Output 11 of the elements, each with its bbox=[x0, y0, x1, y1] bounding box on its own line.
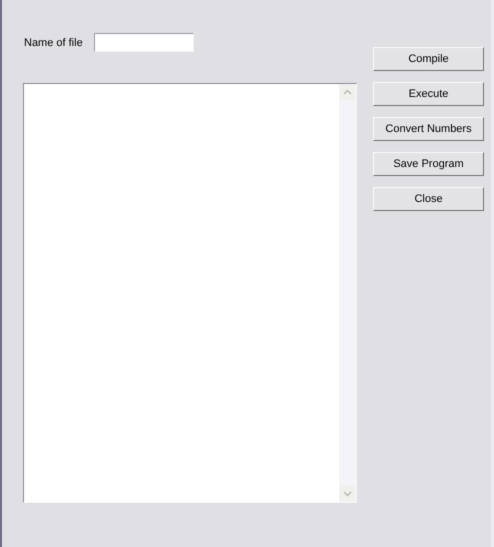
vertical-scrollbar[interactable] bbox=[339, 84, 356, 502]
text-area[interactable] bbox=[23, 83, 357, 503]
scroll-up-icon[interactable] bbox=[340, 85, 355, 100]
action-button[interactable]: Execute bbox=[373, 82, 484, 106]
scroll-down-icon[interactable] bbox=[340, 486, 355, 501]
action-button[interactable]: Convert Numbers bbox=[373, 117, 484, 141]
file-name-field[interactable] bbox=[94, 33, 194, 52]
action-button[interactable]: Save Program bbox=[373, 152, 484, 176]
file-name-label: Name of file bbox=[24, 36, 83, 48]
action-button[interactable]: Compile bbox=[373, 47, 484, 71]
action-button[interactable]: Close bbox=[373, 187, 484, 211]
